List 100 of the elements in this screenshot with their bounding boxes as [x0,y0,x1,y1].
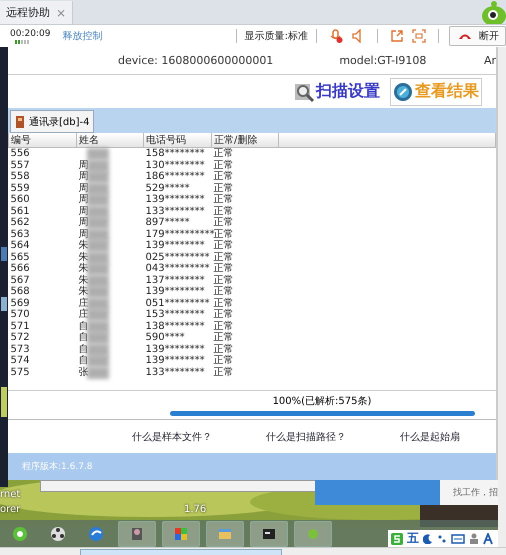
column-header[interactable]: 姓名 [76,133,144,148]
remote-assist-tab[interactable]: 远程协助 × [0,1,74,24]
redaction-blur [86,298,108,310]
table-cell: 朱 [78,263,88,274]
table-cell-text: 565 [10,252,31,263]
table-cell: 张 [78,366,88,378]
table-cell-text: 529***** [144,182,191,194]
redaction-blur [86,206,108,218]
table-cell-text: 043********* [144,263,211,274]
document-tab[interactable]: 通讯录[db]-4 [10,110,94,133]
table-cell: 周 [78,194,88,205]
release-control-link[interactable]: 释放控制 [62,29,102,43]
table-cell-text: 138******** [144,320,206,332]
table-cell-text: 137******** [144,274,206,286]
table-cell: 周 [78,206,88,216]
help-link[interactable]: 什么是样本文件？ [132,430,212,444]
table-cell: 朱 [78,274,88,286]
user-icon [469,532,479,544]
table-cell: 158******** [144,148,212,160]
table-cell: 朱 [78,252,88,262]
table-cell-text: 025********* [144,252,211,263]
progress-text: 100%(已解析:575条) [272,394,372,408]
share-out-icon [390,29,404,43]
help-link[interactable]: 什么是扫描路径？ [266,430,346,444]
session-timer: 00:20:09 [10,28,50,38]
table-cell: 朱 [78,286,88,297]
keyboard-icon [451,534,465,544]
table-cell-text: 568 [10,286,31,298]
table-cell-text: 573 [10,344,31,355]
window-text: 找工作，招 [453,486,498,499]
table-cell-text: 562 [10,217,31,228]
column-header[interactable]: 电话号码 [144,133,212,148]
table-cell-text: 139******** [144,355,206,366]
table-cell: 周 [78,217,88,228]
column-header[interactable]: 编号 [8,133,76,148]
scan-settings-button[interactable]: 扫描设置 [292,78,382,104]
scrollbar-thumb[interactable] [80,549,282,555]
table-cell-text: 567 [10,274,31,286]
table-cell: 自 [78,332,88,343]
redaction-blur [86,148,108,160]
phone-hangup-icon [458,32,472,40]
disconnect-button[interactable]: 断开 [449,26,506,46]
redaction-blur [86,332,108,344]
redaction-blur [86,194,108,206]
table-cell-text: 575 [10,366,31,378]
table-cell-text: 正常 [212,309,234,320]
redaction-blur [86,171,108,183]
table-cell-text: 139******** [144,286,206,298]
magnifier-icon [294,82,314,102]
table-cell-text: 563 [10,228,31,240]
table-cell-text: 572 [10,332,31,344]
redaction-blur [86,263,108,275]
taskbar-button[interactable] [162,520,200,546]
table-cell-text: 正常 [212,194,234,206]
help-link[interactable]: 什么是起始扇 [400,430,460,444]
table-cell-text: 正常 [212,263,234,274]
desktop-icon-label: orer [0,504,20,515]
table-cell-text: 139******** [144,240,206,252]
table-cell-text: 133******** [144,366,206,378]
table-cell-text: 557 [10,160,31,171]
table-cell-text: 558 [10,171,31,182]
table-cell-text: 正常 [212,217,234,228]
moon-icon [423,534,433,544]
vertical-scrollbar[interactable] [498,47,506,547]
desktop-icon-label: 1.76 [184,504,206,515]
taskbar-button[interactable] [250,520,288,546]
taskbar-button[interactable] [118,520,156,546]
redaction-blur [86,252,108,264]
horizontal-scrollbar[interactable] [0,547,506,555]
microphone-icon [329,29,343,43]
table-cell-text: 139******** [144,194,206,206]
redaction-blur [86,366,108,378]
table-cell-text: 正常 [212,240,234,252]
table-cell-text: 561 [10,206,31,217]
film-reel-icon[interactable] [50,526,66,542]
table-cell-text: 566 [10,263,31,274]
table-cell-text: 559 [10,182,31,194]
table-cell-text: 139******** [144,344,206,355]
table-cell-text: 130******** [144,160,206,171]
signal-icon [14,38,32,44]
table-cell: 周 [78,228,88,240]
display-quality-dropdown[interactable]: 显示质量:标准 [244,29,308,43]
device-model: model:GT-I9108 [339,54,426,67]
redaction-blur [86,240,108,252]
input-mode-label[interactable]: 五 [407,530,419,547]
book-icon [15,114,25,128]
table-cell: 朱 [78,240,88,251]
table-cell-text: 正常 [212,274,234,286]
table-cell-text: 正常 [212,298,234,308]
table-cell-text: 正常 [212,206,234,216]
redaction-blur [86,182,108,194]
redaction-blur [86,355,108,367]
device-id: device: 1608000600000001 [118,54,274,67]
redaction-blur [86,217,108,229]
table-cell: 周 [78,171,88,182]
column-header[interactable]: 正常/删除 [212,133,278,148]
table-cell-text: 正常 [212,171,234,182]
desktop-icon-label: rnet [0,489,20,500]
table-cell-text: 897***** [144,217,191,228]
redaction-blur [86,228,108,240]
